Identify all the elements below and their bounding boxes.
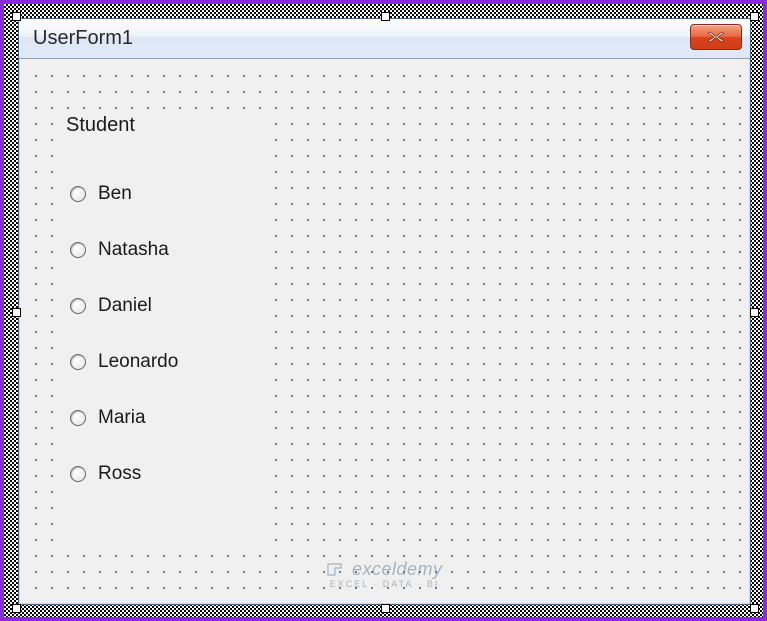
selection-handle-nw[interactable] <box>12 12 21 21</box>
selection-handle-s[interactable] <box>381 604 390 613</box>
userform-window[interactable]: UserForm1 Student Ben Natasha <box>18 18 751 605</box>
selection-handle-w[interactable] <box>12 308 21 317</box>
option-natasha[interactable]: Natasha <box>70 222 178 278</box>
radio-icon <box>70 354 86 370</box>
option-label: Ben <box>98 183 132 205</box>
selection-handle-n[interactable] <box>381 12 390 21</box>
vba-designer-canvas: UserForm1 Student Ben Natasha <box>0 0 767 621</box>
selection-handle-se[interactable] <box>750 604 759 613</box>
title-bar[interactable]: UserForm1 <box>19 19 750 59</box>
option-label: Natasha <box>98 239 169 261</box>
watermark-icon <box>326 560 342 581</box>
close-button[interactable] <box>690 24 742 50</box>
option-group: Ben Natasha Daniel Leonardo <box>70 166 178 502</box>
watermark-brand: exceldemy <box>352 559 443 579</box>
frame-student[interactable]: Student Ben Natasha Daniel <box>54 114 264 554</box>
option-label: Maria <box>98 407 146 429</box>
radio-icon <box>70 410 86 426</box>
option-daniel[interactable]: Daniel <box>70 278 178 334</box>
option-leonardo[interactable]: Leonardo <box>70 334 178 390</box>
radio-icon <box>70 466 86 482</box>
radio-icon <box>70 242 86 258</box>
close-icon <box>707 31 725 43</box>
watermark-tagline: EXCEL · DATA · BI <box>326 579 442 589</box>
frame-caption: Student <box>62 114 139 137</box>
option-label: Daniel <box>98 295 152 317</box>
option-ben[interactable]: Ben <box>70 166 178 222</box>
option-label: Leonardo <box>98 351 178 373</box>
watermark: exceldemy EXCEL · DATA · BI <box>326 559 442 589</box>
option-maria[interactable]: Maria <box>70 390 178 446</box>
option-ross[interactable]: Ross <box>70 446 178 502</box>
selection-handle-sw[interactable] <box>12 604 21 613</box>
option-label: Ross <box>98 463 141 485</box>
radio-icon <box>70 186 86 202</box>
selection-handle-e[interactable] <box>750 308 759 317</box>
window-title: UserForm1 <box>33 27 133 50</box>
radio-icon <box>70 298 86 314</box>
form-client-area[interactable]: Student Ben Natasha Daniel <box>22 62 747 601</box>
selection-handle-ne[interactable] <box>750 12 759 21</box>
